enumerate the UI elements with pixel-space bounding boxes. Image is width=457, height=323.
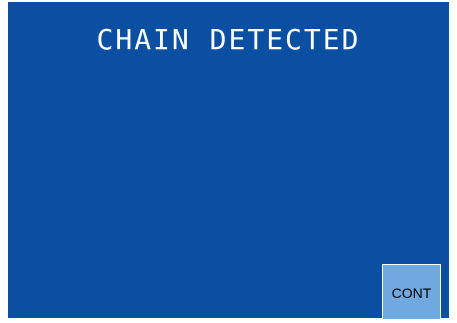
continue-button[interactable]: CONT [382,264,441,320]
display-frame: CHAIN DETECTED CONT [0,0,457,323]
alert-title: CHAIN DETECTED [96,23,361,56]
